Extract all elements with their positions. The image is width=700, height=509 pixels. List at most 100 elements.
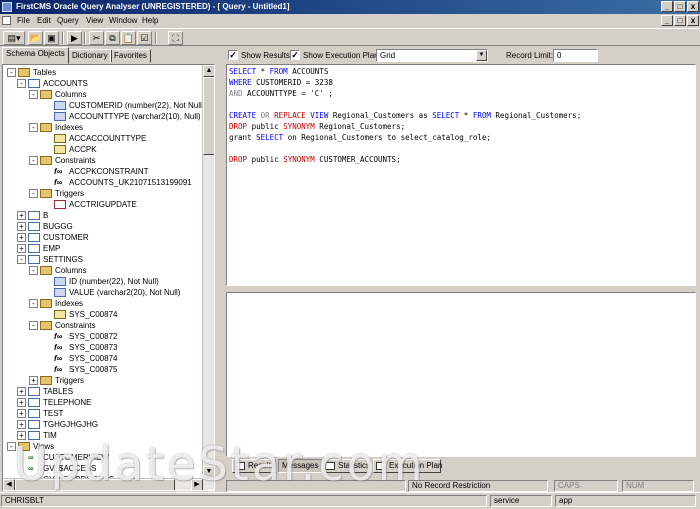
tree-item-col[interactable]: ID (number(22), Not Null) [3,276,203,287]
expand-icon[interactable]: + [17,431,26,440]
collapse-icon[interactable]: - [29,123,38,132]
tab-favorites[interactable]: Favorites [110,49,151,63]
tree-item-folder[interactable]: - Indexes [3,122,203,133]
tree-item-folder[interactable]: - Constraints [3,155,203,166]
tree-item-table[interactable]: + TELEPHONE [3,397,203,408]
tab-schema-objects[interactable]: Schema Objects [2,47,69,64]
schema-icon[interactable]: ⛶ [168,31,183,45]
tree-item-folder[interactable]: + Triggers [3,375,203,386]
collapse-icon[interactable]: - [29,90,38,99]
cut-icon[interactable]: ✂ [89,31,104,45]
tree-item-idx[interactable]: ACCPK [3,144,203,155]
tree-item-idx[interactable]: SYS_C00874 [3,309,203,320]
tree-item-fx[interactable]: f∞ SYS_C00875 [3,364,203,375]
menu-file[interactable]: File [17,16,30,25]
show-execution-plan-checkbox[interactable]: ✓ [290,50,300,60]
tree-item-table[interactable]: + TEST [3,408,203,419]
tree-vertical-scrollbar[interactable]: ▲ ▼ [202,65,214,490]
show-results-checkbox[interactable]: ✓ [228,50,238,60]
tab-dictionary[interactable]: Dictionary [68,49,112,63]
tree-item-col[interactable]: CUSTOMERID (number(22), Not Null) [3,100,204,111]
expand-icon[interactable]: + [17,420,26,429]
collapse-icon[interactable]: - [29,266,38,275]
tree-item-col[interactable]: VALUE (varchar2(20), Not Null) [3,287,203,298]
tab-execution-plan[interactable]: Execution Plan [373,459,442,473]
copy-icon[interactable]: ⧉ [105,31,120,45]
expand-icon[interactable]: + [17,222,26,231]
tree-item-folder[interactable]: - Triggers [3,188,203,199]
tree-item-table[interactable]: + TGHGJHGJHG [3,419,203,430]
mdi-close-button[interactable]: x [687,15,699,26]
tree-item-folder[interactable]: - Indexes [3,298,203,309]
tree-item-table[interactable]: + EMP [3,243,203,254]
expand-icon[interactable]: + [17,233,26,242]
collapse-icon[interactable]: - [17,79,26,88]
tree-item-table[interactable]: - SETTINGS [3,254,203,265]
tab-statistics[interactable]: Statistics [322,459,370,473]
minimize-button[interactable]: _ [661,1,673,12]
tree-item-view[interactable]: ∞ CUSTOMERVIEW [3,452,203,463]
tree-item-table[interactable]: + B [3,210,203,221]
tree-item-table[interactable]: + TIM [3,430,203,441]
tree-item-folder[interactable]: - Constraints [3,320,203,331]
tree-item-fx[interactable]: f∞ SYS_C00873 [3,342,203,353]
collapse-icon[interactable]: - [29,299,38,308]
expand-icon[interactable]: + [29,376,38,385]
tree-item-col[interactable]: ACCOUNTTYPE (varchar2(10), Null) [3,111,203,122]
sql-editor[interactable]: SELECT * FROM ACCOUNTS WHERE CUSTOMERID =… [226,64,696,286]
tree-item-fx[interactable]: f∞ ACCOUNTS_UK21071513199091 [3,177,203,188]
hscroll-thumb[interactable] [15,479,175,490]
tree-item-view[interactable]: ∞ GV_$ACCESS [3,463,203,474]
tree-item-fx[interactable]: f∞ ACCPKCONSTRAINT [3,166,203,177]
scroll-right-icon[interactable]: ▶ [191,479,203,490]
menu-query[interactable]: Query [57,16,79,25]
expand-icon[interactable]: + [17,387,26,396]
scroll-up-icon[interactable]: ▲ [203,65,214,77]
collapse-icon[interactable]: - [7,442,16,451]
chevron-down-icon[interactable]: ▼ [476,50,487,61]
tree-item-folder[interactable]: - Columns [3,89,203,100]
properties-icon[interactable]: ☑ [137,31,152,45]
menu-help[interactable]: Help [142,16,158,25]
paste-icon[interactable]: 📋 [121,31,136,45]
tree-item-fx[interactable]: f∞ SYS_C00874 [3,353,203,364]
collapse-icon[interactable]: - [17,255,26,264]
tree-item-table[interactable]: + CUSTOMER [3,232,203,243]
execute-icon[interactable]: ▶ [67,31,82,45]
expand-icon[interactable]: + [17,409,26,418]
expand-icon[interactable]: + [17,398,26,407]
record-limit-input[interactable]: 0 [553,49,598,62]
close-button[interactable]: x [687,1,699,12]
results-pane[interactable] [226,292,696,457]
open-icon[interactable]: 📂 [28,31,43,45]
maximize-button[interactable]: □ [674,1,686,12]
expand-icon[interactable]: + [17,244,26,253]
collapse-icon[interactable]: - [29,321,38,330]
tree-item-trg[interactable]: ACCTRIGUPDATE [3,199,203,210]
schema-tree[interactable]: - Tables - ACCOUNTS - Columns CUSTOMERID (numb… [2,64,215,491]
save-icon[interactable]: ▣ [44,31,59,45]
mdi-restore-button[interactable]: □ [674,15,686,26]
tree-horizontal-scrollbar[interactable]: ◀ ▶ [3,478,203,490]
scroll-down-icon[interactable]: ▼ [203,466,214,478]
collapse-icon[interactable]: - [29,189,38,198]
tree-item-folder[interactable]: - Views [3,441,203,452]
new-icon[interactable]: ▤▾ [3,31,25,45]
tree-item-table[interactable]: + BUGGG [3,221,203,232]
tree-item-idx[interactable]: ACCACCOUNTTYPE [3,133,203,144]
output-mode-select[interactable]: Grid ▼ [376,49,488,62]
menu-edit[interactable]: Edit [37,16,51,25]
collapse-icon[interactable]: - [29,156,38,165]
tree-item-folder[interactable]: - Columns [3,265,203,276]
collapse-icon[interactable]: - [7,68,16,77]
tree-item-folder[interactable]: - Tables [3,67,203,78]
scroll-left-icon[interactable]: ◀ [3,479,15,490]
scroll-thumb[interactable] [203,77,214,155]
tab-messages[interactable]: Messages [278,459,326,473]
menu-window[interactable]: Window [109,16,137,25]
menu-view[interactable]: View [86,16,103,25]
tree-item-fx[interactable]: f∞ SYS_C00872 [3,331,203,342]
mdi-minimize-button[interactable]: _ [661,15,673,26]
tree-item-table[interactable]: - ACCOUNTS [3,78,203,89]
tab-results[interactable]: Results [232,459,276,473]
